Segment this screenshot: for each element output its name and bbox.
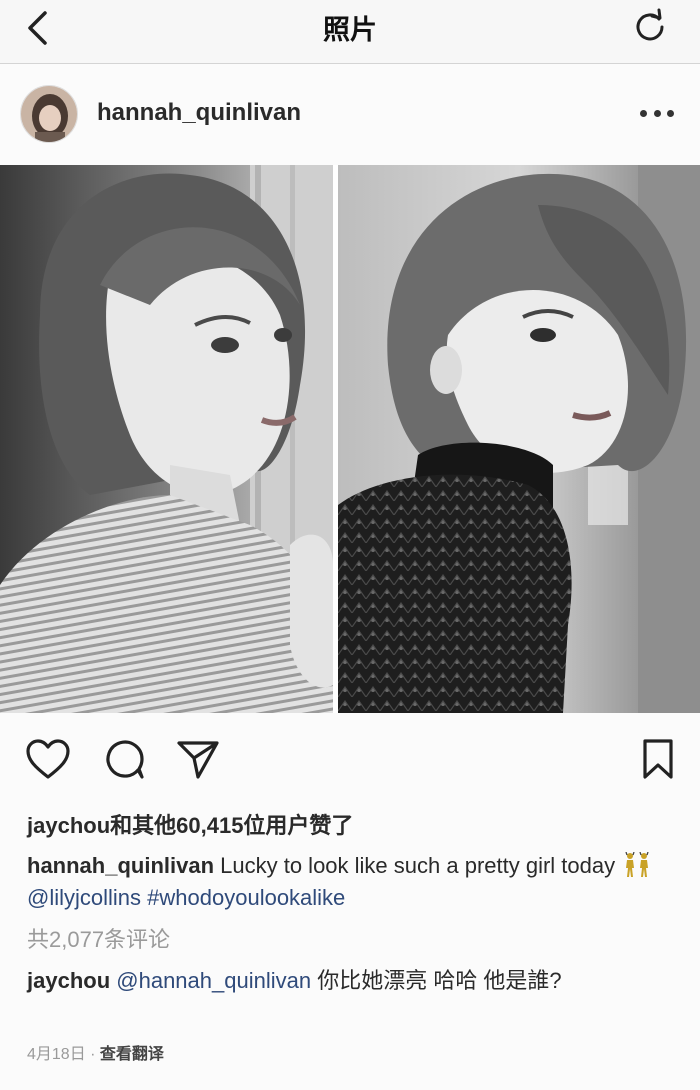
comment-button[interactable] [100,735,148,783]
likes-user[interactable]: jaychou [27,813,110,838]
comment-mention-link[interactable]: @hannah_quinlivan [116,968,311,993]
dancing-women-emoji-icon [625,852,649,877]
likes-text: 和其他60,415位用户赞了 [110,813,354,838]
post-date: 4月18日 [27,1046,86,1063]
share-button[interactable] [174,735,222,783]
comment-bubble-icon [106,740,144,779]
post-header: hannah_quinlivan [0,65,700,165]
view-all-comments-link[interactable]: 共2,077条评论 [27,922,170,954]
caption-text: Lucky to look like such a pretty girl to… [214,853,616,878]
likes-summary[interactable]: jaychou和其他60,415位用户赞了 [27,808,353,840]
photo-right-portrait [338,165,700,713]
more-dots-icon [640,109,647,117]
caption-mention-link[interactable]: @lilyjcollins [27,885,141,910]
bookmark-icon [643,739,673,779]
post-photo[interactable] [0,165,700,713]
refresh-icon [636,8,664,41]
avatar-image [21,86,77,142]
post-action-bar [0,725,700,795]
post-meta: 4月18日 · 查看翻译 [27,1040,164,1064]
photo-left-portrait [0,165,333,713]
meta-separator: · [85,1046,100,1063]
post-caption: hannah_quinlivan Lucky to look like such… [27,850,687,914]
comment-username[interactable]: jaychou [27,968,110,993]
heart-icon [26,739,70,779]
refresh-button[interactable] [630,6,670,46]
like-button[interactable] [24,735,72,783]
avatar[interactable] [20,85,78,143]
more-options-button[interactable] [640,101,674,125]
top-navigation-bar: 照片 [0,0,700,64]
caption-hashtag-link[interactable]: #whodoyoulookalike [147,885,345,910]
caption-username[interactable]: hannah_quinlivan [27,853,214,878]
post-username[interactable]: hannah_quinlivan [97,99,301,127]
comment-text: 你比她漂亮 哈哈 他是誰? [311,968,562,993]
comment-item: jaychou @hannah_quinlivan 你比她漂亮 哈哈 他是誰? [27,965,687,997]
save-button[interactable] [634,735,682,783]
paper-plane-icon [177,741,219,779]
see-translation-link[interactable]: 查看翻译 [100,1046,164,1063]
page-title: 照片 [323,15,377,46]
